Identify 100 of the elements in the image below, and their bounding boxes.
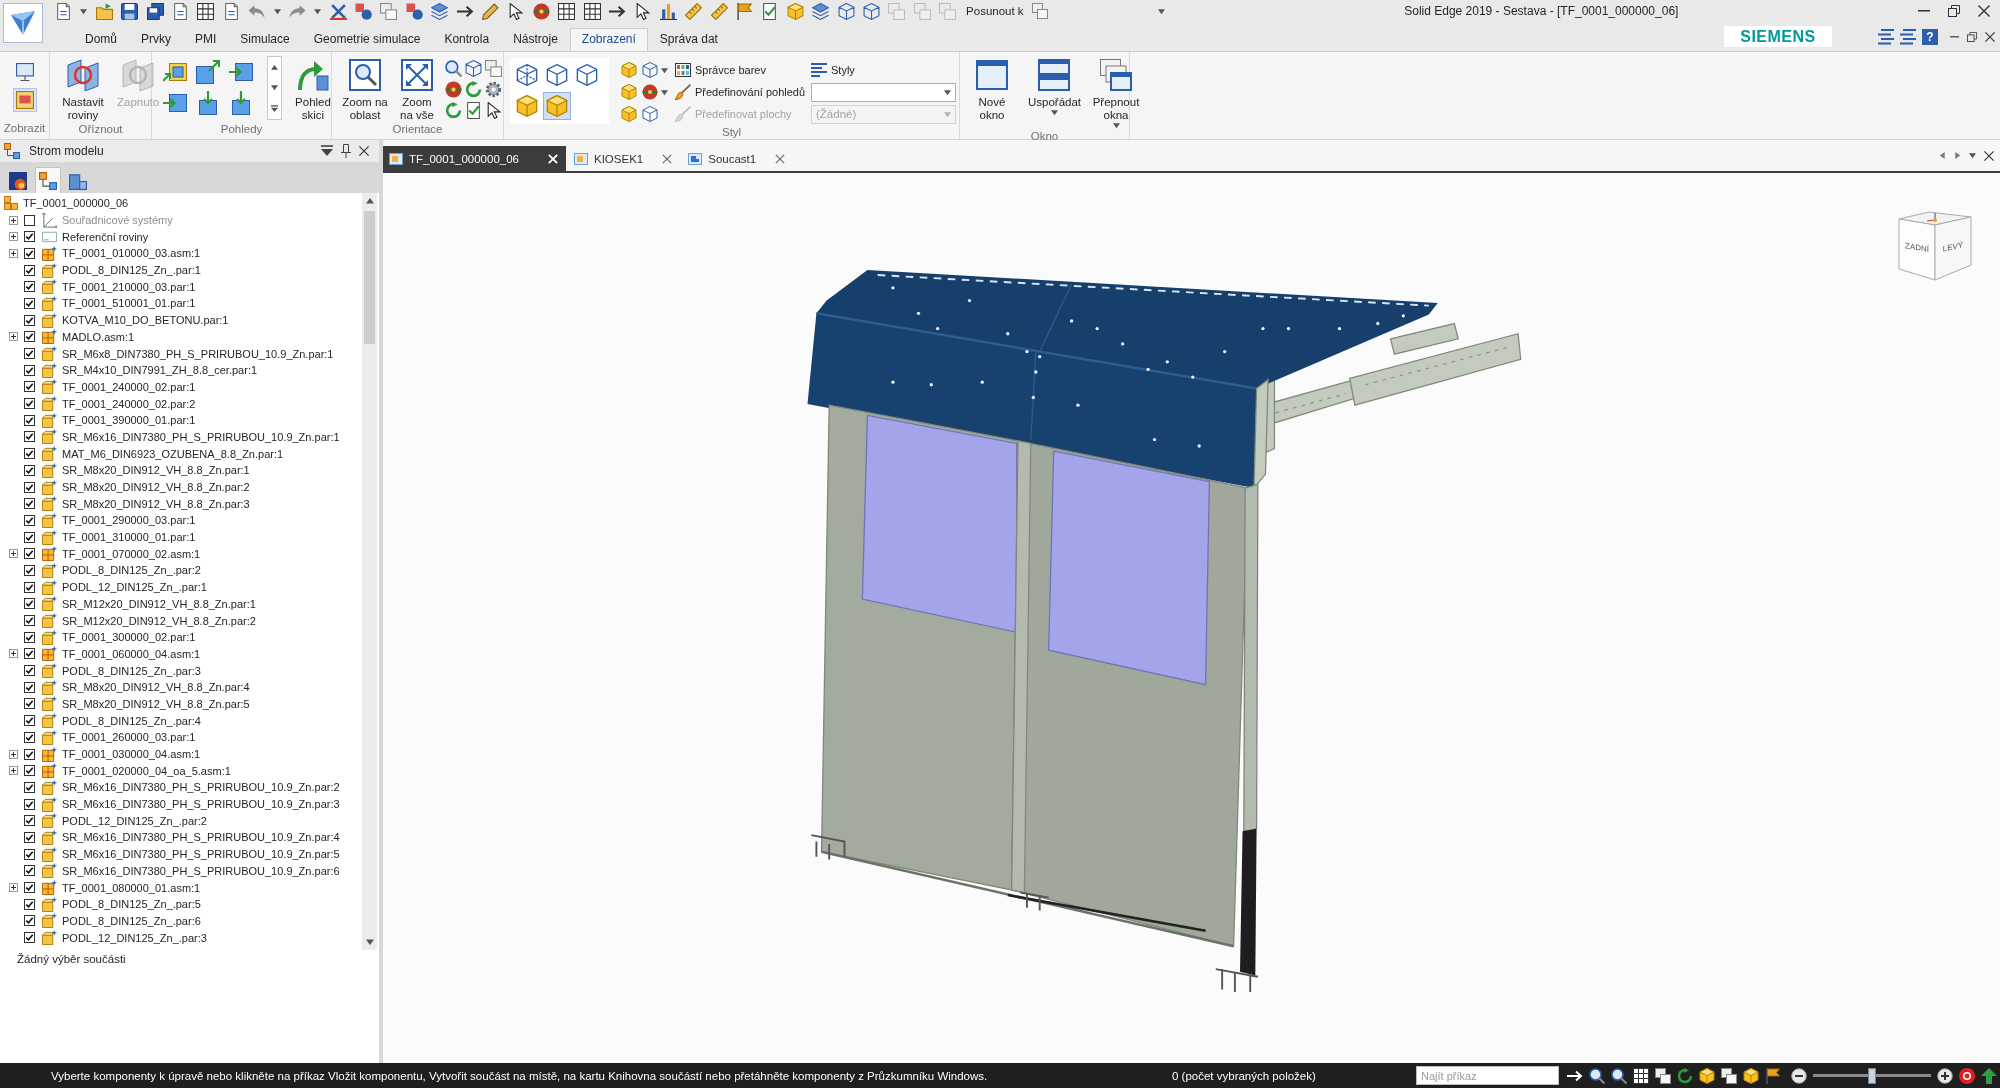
tree-item[interactable]: SR_M6x16_DIN7380_PH_S_PRIRUBOU_10.9_Zn.par:5 — [62, 848, 340, 861]
document-tab[interactable]: Soucast1 — [680, 146, 794, 171]
wireframe-cube-icon[interactable] — [837, 2, 855, 20]
list-icon[interactable] — [1878, 28, 1894, 45]
panel-tab[interactable] — [35, 167, 61, 193]
checkbox[interactable] — [24, 765, 35, 777]
checkbox[interactable] — [24, 865, 35, 877]
ribbon-tab[interactable]: Geometrie simulace — [301, 28, 433, 51]
tree-item[interactable]: PODL_8_DIN125_Zn_.par:3 — [62, 664, 201, 677]
caret-left-icon[interactable] — [1939, 152, 1946, 159]
caret-icon[interactable] — [314, 7, 322, 15]
checkbox[interactable] — [24, 498, 35, 510]
tree-item[interactable]: PODL_8_DIN125_Zn_.par:6 — [62, 914, 201, 927]
layers-icon[interactable] — [812, 2, 830, 20]
checkbox[interactable] — [24, 514, 35, 526]
tree-item[interactable]: TF_0001_290000_03.par:1 — [62, 514, 196, 527]
caret-up-icon[interactable] — [271, 63, 278, 71]
styles-button[interactable]: Styly — [811, 62, 855, 78]
square-arrow-icon[interactable] — [163, 60, 187, 84]
layers-icon[interactable] — [431, 2, 449, 20]
caret-right-icon[interactable] — [1954, 152, 1961, 159]
minimize-icon[interactable] — [1950, 35, 1959, 38]
checkbox[interactable] — [24, 531, 35, 543]
caret-icon[interactable] — [271, 84, 278, 92]
square-arrow-icon[interactable] — [196, 91, 220, 115]
tree-item[interactable]: TF_0001_060000_04.asm:1 — [62, 647, 201, 660]
caret-icon[interactable] — [273, 7, 281, 15]
rotate-arrow-icon[interactable] — [1677, 1067, 1693, 1084]
checkbox[interactable] — [24, 715, 35, 727]
tree-item[interactable]: SR_M6x16_DIN7380_PH_S_PRIRUBOU_10.9_Zn.par:2 — [62, 781, 340, 794]
checkbox[interactable] — [24, 882, 35, 894]
ribbon-tab[interactable]: Simulace — [228, 28, 302, 51]
checkbox[interactable] — [24, 731, 35, 743]
document-icon[interactable] — [55, 2, 72, 20]
square-arrow-icon[interactable] — [163, 91, 187, 115]
wireframe-cube-icon[interactable] — [642, 62, 658, 78]
close-icon[interactable] — [1985, 31, 1995, 42]
ball-icon[interactable] — [642, 84, 658, 100]
ribbon-button[interactable]: Uspořádat — [1026, 56, 1082, 116]
tree-item[interactable]: PODL_12_DIN125_Zn_.par:1 — [62, 581, 207, 594]
ruler-icon[interactable] — [710, 2, 728, 20]
checkbox[interactable] — [24, 247, 35, 259]
tree-item[interactable]: SR_M6x16_DIN7380_PH_S_PRIRUBOU_10.9_Zn.par:3 — [62, 798, 340, 811]
checkbox[interactable] — [24, 214, 35, 226]
scrollbar[interactable] — [362, 193, 377, 950]
tree-item[interactable]: PODL_12_DIN125_Zn_.par:3 — [62, 931, 207, 944]
help-button[interactable]: ? — [1922, 28, 1938, 45]
tree-item[interactable]: TF_0001_000000_06 — [23, 197, 129, 210]
square-arrow-icon[interactable] — [229, 60, 253, 84]
document-icon[interactable] — [171, 2, 189, 20]
table-icon[interactable] — [558, 2, 576, 20]
move-to-button[interactable]: Posunout k — [966, 3, 1048, 19]
tree-item[interactable]: KOTVA_M10_DO_BETONU.par:1 — [62, 314, 229, 327]
document-icon[interactable] — [222, 2, 240, 20]
display-style-button[interactable] — [513, 92, 541, 120]
checkbox[interactable] — [24, 698, 35, 710]
pencil-icon[interactable] — [482, 2, 500, 20]
tree-item[interactable]: SR_M4x10_DIN7991_ZH_8.8_cer.par:1 — [62, 364, 258, 377]
tree-item[interactable]: TF_0001_310000_01.par:1 — [62, 531, 196, 544]
rotate-arrow-icon[interactable] — [445, 102, 462, 119]
close-icon[interactable] — [359, 146, 369, 156]
zoom-out-icon[interactable] — [1791, 1067, 1807, 1084]
checkbox[interactable] — [24, 431, 35, 443]
checkbox[interactable] — [24, 648, 35, 660]
zoom-in-icon[interactable] — [1937, 1067, 1953, 1084]
ribbon-tab[interactable]: PMI — [183, 28, 229, 51]
checkbox[interactable] — [24, 481, 35, 493]
caret-icon[interactable] — [365, 938, 374, 946]
checkbox[interactable] — [24, 464, 35, 476]
tree-item[interactable]: SR_M8x20_DIN912_VH_8.8_Zn.par:4 — [62, 681, 250, 694]
expand-icon[interactable] — [8, 248, 18, 258]
checkbox[interactable] — [24, 331, 35, 343]
ball-icon[interactable] — [445, 81, 462, 98]
tree-item[interactable]: PODL_8_DIN125_Zn_.par:5 — [62, 898, 201, 911]
magnifier-icon[interactable] — [445, 60, 462, 77]
cross-icon[interactable] — [329, 2, 347, 20]
dropdown-icon[interactable] — [321, 145, 333, 157]
tree-item[interactable]: SR_M6x8_DIN7380_PH_S_PRIRUBOU_10.9_Zn.par:1 — [62, 347, 334, 360]
square-arrow-icon[interactable] — [229, 91, 253, 115]
wireframe-cube-icon[interactable] — [642, 106, 658, 122]
tree-item[interactable]: TF_0001_010000_03.asm:1 — [62, 247, 201, 260]
application-menu-button[interactable] — [3, 3, 43, 43]
tree-item[interactable]: SR_M8x20_DIN912_VH_8.8_Zn.par:3 — [62, 497, 250, 510]
checkbox[interactable] — [24, 264, 35, 276]
checkbox[interactable] — [24, 932, 35, 944]
tree-item[interactable]: MAT_M6_DIN6923_OZUBENA_8.8_Zn.par:1 — [62, 447, 284, 460]
cursor-icon[interactable] — [634, 2, 652, 20]
scrollbar-thumb[interactable] — [364, 211, 375, 344]
tree-item[interactable]: SR_M6x16_DIN7380_PH_S_PRIRUBOU_10.9_Zn.par:4 — [62, 831, 340, 844]
tree-item[interactable]: PODL_8_DIN125_Zn_.par:2 — [62, 564, 201, 577]
pin-icon[interactable] — [341, 144, 351, 158]
checkbox[interactable] — [24, 681, 35, 693]
floppy-disks-icon[interactable] — [146, 2, 164, 20]
table-icon[interactable] — [583, 2, 601, 20]
wireframe-cube-icon[interactable] — [465, 60, 482, 77]
tree-item[interactable]: TF_0001_020000_04_oa_5.asm:1 — [62, 764, 231, 777]
ribbon-button[interactable]: Pohled skici — [285, 56, 341, 122]
magnifier-icon[interactable] — [1611, 1067, 1627, 1084]
tree-item[interactable]: TF_0001_510001_01.par:1 — [62, 297, 196, 310]
ribbon-button[interactable]: Nové okno — [964, 56, 1020, 122]
